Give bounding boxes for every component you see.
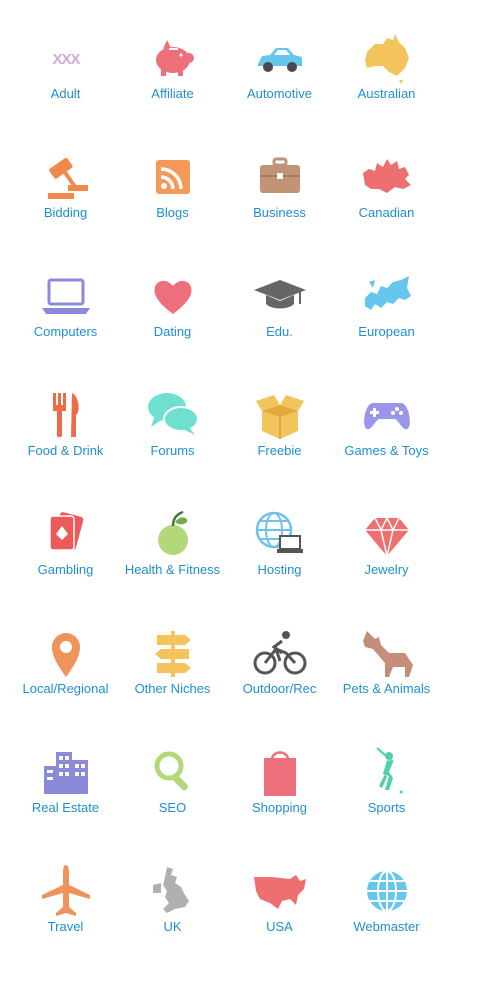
category-games-toys[interactable]: Games & Toys [333,387,440,506]
category-label: Canadian [358,205,415,220]
category-label: Sports [367,800,406,815]
category-label: Forums [150,443,195,458]
svg-text:XXX: XXX [52,51,80,68]
category-dating[interactable]: Dating [119,268,226,387]
category-label: Affiliate [151,86,194,101]
category-label: Edu. [266,324,293,339]
golfer-icon [359,744,415,800]
category-real-estate[interactable]: Real Estate [12,744,119,863]
category-freebie[interactable]: Freebie [226,387,333,506]
category-label: European [358,324,415,339]
dog-icon [359,625,415,681]
category-sports[interactable]: Sports [333,744,440,863]
playing-cards-icon [38,506,94,562]
category-label: UK [163,919,182,934]
europe-map-icon [359,268,415,324]
category-label: Real Estate [31,800,100,815]
category-food-drink[interactable]: Food & Drink [12,387,119,506]
category-canadian[interactable]: Canadian [333,149,440,268]
heart-icon [145,268,201,324]
airplane-icon [38,863,94,919]
category-outdoor-rec[interactable]: Outdoor/Rec [226,625,333,744]
magnifier-icon [145,744,201,800]
category-label: Computers [33,324,98,339]
category-label: Freebie [257,443,302,458]
category-label: Health & Fitness [124,562,221,577]
category-label: SEO [158,800,187,815]
category-webmaster[interactable]: Webmaster [333,863,440,982]
gavel-icon [38,149,94,205]
category-seo[interactable]: SEO [119,744,226,863]
category-usa[interactable]: USA [226,863,333,982]
category-forums[interactable]: Forums [119,387,226,506]
category-business[interactable]: Business [226,149,333,268]
category-uk[interactable]: UK [119,863,226,982]
piggy-bank-icon [145,30,201,86]
category-label: Blogs [156,205,189,220]
briefcase-icon [252,149,308,205]
category-jewelry[interactable]: Jewelry [333,506,440,625]
category-label: Shopping [252,800,307,815]
category-affiliate[interactable]: Affiliate [119,30,226,149]
category-label: Travel [47,919,84,934]
category-grid: XXX Adult Affiliate Automotive Australia… [12,30,440,982]
category-label: Games & Toys [344,443,429,458]
globe-icon [359,863,415,919]
buildings-icon [38,744,94,800]
category-adult[interactable]: XXX Adult [12,30,119,149]
category-other-niches[interactable]: Other Niches [119,625,226,744]
fork-knife-icon [38,387,94,443]
category-european[interactable]: European [333,268,440,387]
category-pets-animals[interactable]: Pets & Animals [333,625,440,744]
category-gambling[interactable]: Gambling [12,506,119,625]
category-local-regional[interactable]: Local/Regional [12,625,119,744]
category-travel[interactable]: Travel [12,863,119,982]
canada-map-icon [359,149,415,205]
apple-icon [145,506,201,562]
category-label: Outdoor/Rec [242,681,317,696]
category-health-fitness[interactable]: Health & Fitness [119,506,226,625]
category-label: Pets & Animals [342,681,431,696]
category-australian[interactable]: Australian [333,30,440,149]
car-icon [252,30,308,86]
category-label: Jewelry [364,562,409,577]
signpost-icon [145,625,201,681]
category-label: Australian [357,86,416,101]
shopping-bag-icon [252,744,308,800]
usa-map-icon [252,863,308,919]
graduation-cap-icon [252,268,308,324]
category-bidding[interactable]: Bidding [12,149,119,268]
map-pin-icon [38,625,94,681]
category-label: Webmaster [353,919,420,934]
category-label: Automotive [246,86,313,101]
category-label: Gambling [37,562,94,577]
category-label: Hosting [257,562,302,577]
category-blogs[interactable]: Blogs [119,149,226,268]
laptop-icon [38,268,94,324]
category-label: USA [266,919,293,934]
rss-icon [145,149,201,205]
open-box-icon [252,387,308,443]
diamond-icon [359,506,415,562]
category-label: Local/Regional [22,681,109,696]
category-automotive[interactable]: Automotive [226,30,333,149]
cyclist-icon [252,625,308,681]
category-label: Other Niches [134,681,211,696]
australia-map-icon [359,30,415,86]
category-shopping[interactable]: Shopping [226,744,333,863]
globe-laptop-icon [252,506,308,562]
category-label: Bidding [43,205,88,220]
xxx-icon: XXX [38,30,94,86]
category-label: Dating [153,324,192,339]
category-computers[interactable]: Computers [12,268,119,387]
uk-map-icon [145,863,201,919]
category-label: Adult [50,86,81,101]
category-label: Food & Drink [27,443,104,458]
category-edu[interactable]: Edu. [226,268,333,387]
gamepad-icon [359,387,415,443]
category-label: Business [253,205,306,220]
chat-bubbles-icon [145,387,201,443]
category-hosting[interactable]: Hosting [226,506,333,625]
